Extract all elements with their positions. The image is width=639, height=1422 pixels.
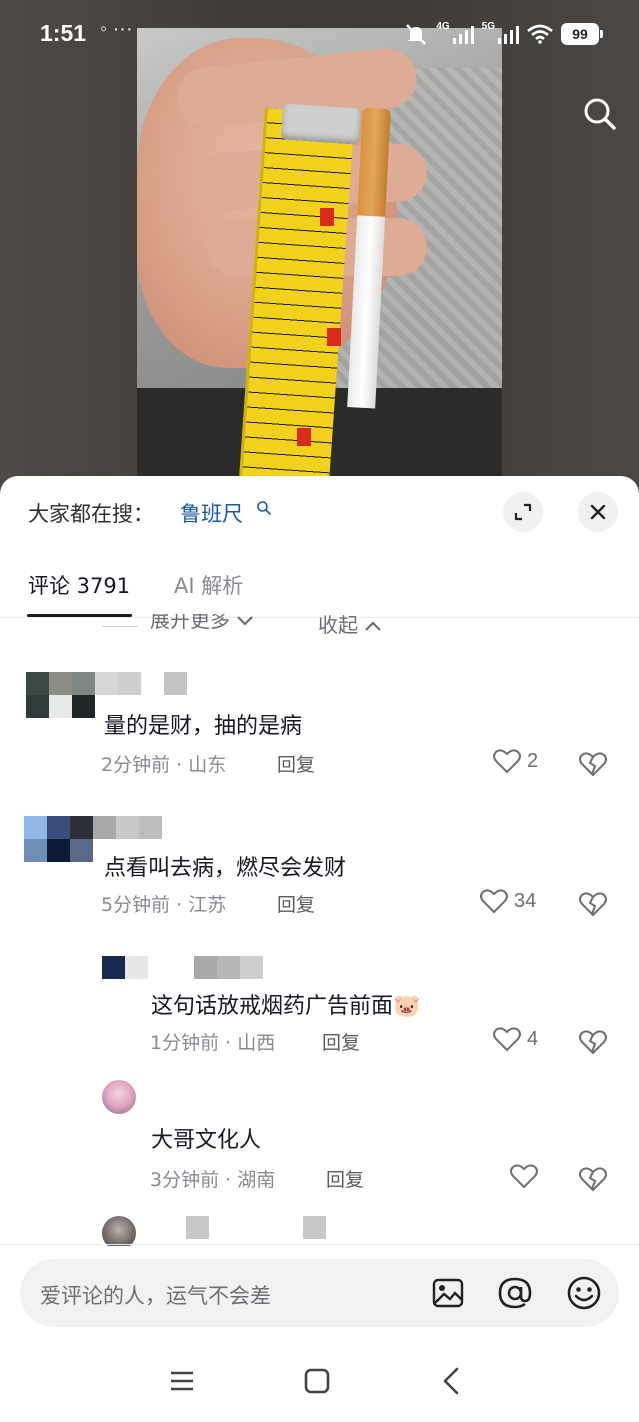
signal-icon: [498, 26, 519, 44]
wifi-icon: [527, 24, 553, 44]
reply-button[interactable]: 回复: [322, 1028, 360, 1055]
avatar[interactable]: [102, 1080, 136, 1114]
at-icon[interactable]: [496, 1274, 534, 1312]
name-mosaic: [186, 1216, 209, 1239]
status-bar: 1:51 ◦ ··· 4G 5G 99: [0, 0, 639, 68]
tape-marking: [297, 428, 311, 446]
signal-icon: [452, 26, 474, 44]
like-button[interactable]: 34: [480, 888, 536, 914]
comment-time: 5分钟前: [101, 894, 171, 916]
tape-marking: [320, 208, 334, 226]
search-icon[interactable]: [256, 500, 272, 516]
expand-more-label: 展开更多: [150, 614, 230, 632]
network-4g-label: 4G: [436, 20, 450, 32]
comment-time: 1分钟前: [150, 1032, 220, 1054]
comment-location: 山东: [188, 754, 227, 776]
comment-text: 点看叫去病，燃尽会发财: [104, 856, 347, 881]
broken-heart-icon[interactable]: [578, 748, 608, 778]
expand-sheet-button[interactable]: [503, 492, 543, 532]
comment-item: 量的是财，抽的是病 2分钟前 · 山东 回复 2: [0, 672, 639, 792]
comment-time: 3分钟前: [150, 1169, 220, 1191]
comment-meta: 1分钟前 · 山西: [150, 1032, 276, 1054]
comment-meta: 3分钟前 · 湖南: [150, 1169, 276, 1191]
trending-search-term[interactable]: 鲁班尺: [180, 498, 243, 528]
close-button[interactable]: [578, 492, 618, 532]
comment-input-placeholder[interactable]: 爱评论的人，运气不会差: [40, 1280, 271, 1310]
status-icons: 4G 5G 99: [404, 20, 603, 48]
system-nav-bar: [0, 1340, 639, 1422]
tab-comments[interactable]: 评论 3791: [28, 570, 130, 600]
video-frame[interactable]: [137, 28, 502, 478]
comment-location: 山西: [237, 1032, 276, 1054]
collapse-button[interactable]: 收起: [318, 614, 382, 638]
like-button[interactable]: 4: [493, 1026, 538, 1052]
status-time: 1:51: [40, 20, 87, 46]
comment-location: 湖南: [237, 1169, 276, 1191]
like-button[interactable]: [510, 1163, 544, 1189]
collapse-label: 收起: [318, 614, 358, 637]
broken-heart-icon[interactable]: [578, 1163, 608, 1193]
mute-icon: [406, 24, 427, 45]
expand-more-button[interactable]: 展开更多: [150, 614, 254, 633]
video-player[interactable]: [0, 0, 639, 500]
avatar-mosaic[interactable]: [102, 956, 263, 979]
chevron-up-icon: [365, 621, 382, 631]
comment-meta: 5分钟前 · 江苏: [101, 894, 227, 916]
comment-text: 大哥文化人: [151, 1128, 262, 1153]
network-5g-label: 5G: [481, 20, 495, 32]
broken-heart-icon[interactable]: [578, 888, 608, 918]
like-button[interactable]: 2: [493, 748, 538, 774]
comment-tabs: 评论 3791 AI 解析: [0, 548, 639, 618]
comment-input-bar[interactable]: 爱评论的人，运气不会差: [20, 1259, 619, 1327]
cigarette-filter: [357, 107, 391, 217]
heart-icon: [493, 749, 521, 774]
image-icon[interactable]: [429, 1274, 467, 1312]
like-count: 2: [527, 749, 539, 772]
reply-expand-row: 展开更多 收起: [0, 614, 639, 640]
comment-text: 这句话放戒烟药广告前面🐷: [151, 994, 421, 1019]
home-icon[interactable]: [300, 1364, 334, 1398]
comment-location: 江苏: [188, 894, 227, 916]
tape-clip: [280, 103, 362, 145]
tape-marking: [327, 328, 341, 346]
comment-meta: 2分钟前 · 山东: [101, 754, 227, 776]
like-count: 34: [514, 889, 537, 912]
reply-button[interactable]: 回复: [326, 1165, 364, 1192]
emoji-icon[interactable]: [565, 1274, 603, 1312]
reply-item: 这句话放戒烟药广告前面🐷 1分钟前 · 山西 回复 4: [0, 954, 639, 1074]
name-mosaic: [303, 1216, 326, 1239]
heart-icon: [480, 889, 508, 914]
trending-search-prefix: 大家都在搜：: [28, 502, 154, 526]
search-icon[interactable]: [582, 96, 618, 132]
chevron-down-icon: [237, 616, 254, 626]
comment-text: 量的是财，抽的是病: [104, 714, 303, 739]
back-icon[interactable]: [435, 1364, 469, 1398]
like-count: 4: [527, 1027, 539, 1050]
battery-indicator: 99: [561, 23, 603, 45]
broken-heart-icon[interactable]: [578, 1026, 608, 1056]
comment-item: 点看叫去病，燃尽会发财 5分钟前 · 江苏 回复 34: [0, 816, 639, 936]
menu-icon[interactable]: [165, 1364, 199, 1398]
expand-divider: [102, 626, 138, 627]
tab-ai-analysis[interactable]: AI 解析: [174, 570, 243, 600]
reply-item: [0, 1216, 639, 1246]
heart-icon: [493, 1027, 521, 1052]
reply-button[interactable]: 回复: [277, 750, 315, 777]
input-divider: [0, 1244, 639, 1245]
heart-icon: [510, 1164, 538, 1189]
avatar[interactable]: [102, 1216, 136, 1246]
trending-search-row: 大家都在搜： 鲁班尺: [0, 476, 639, 548]
expand-icon: [514, 503, 532, 521]
close-icon: [590, 504, 606, 520]
status-indicators: ◦ ···: [100, 18, 133, 40]
reply-button[interactable]: 回复: [277, 890, 315, 917]
reply-item: 大哥文化人 3分钟前 · 湖南 回复: [0, 1080, 639, 1200]
comment-time: 2分钟前: [101, 754, 171, 776]
